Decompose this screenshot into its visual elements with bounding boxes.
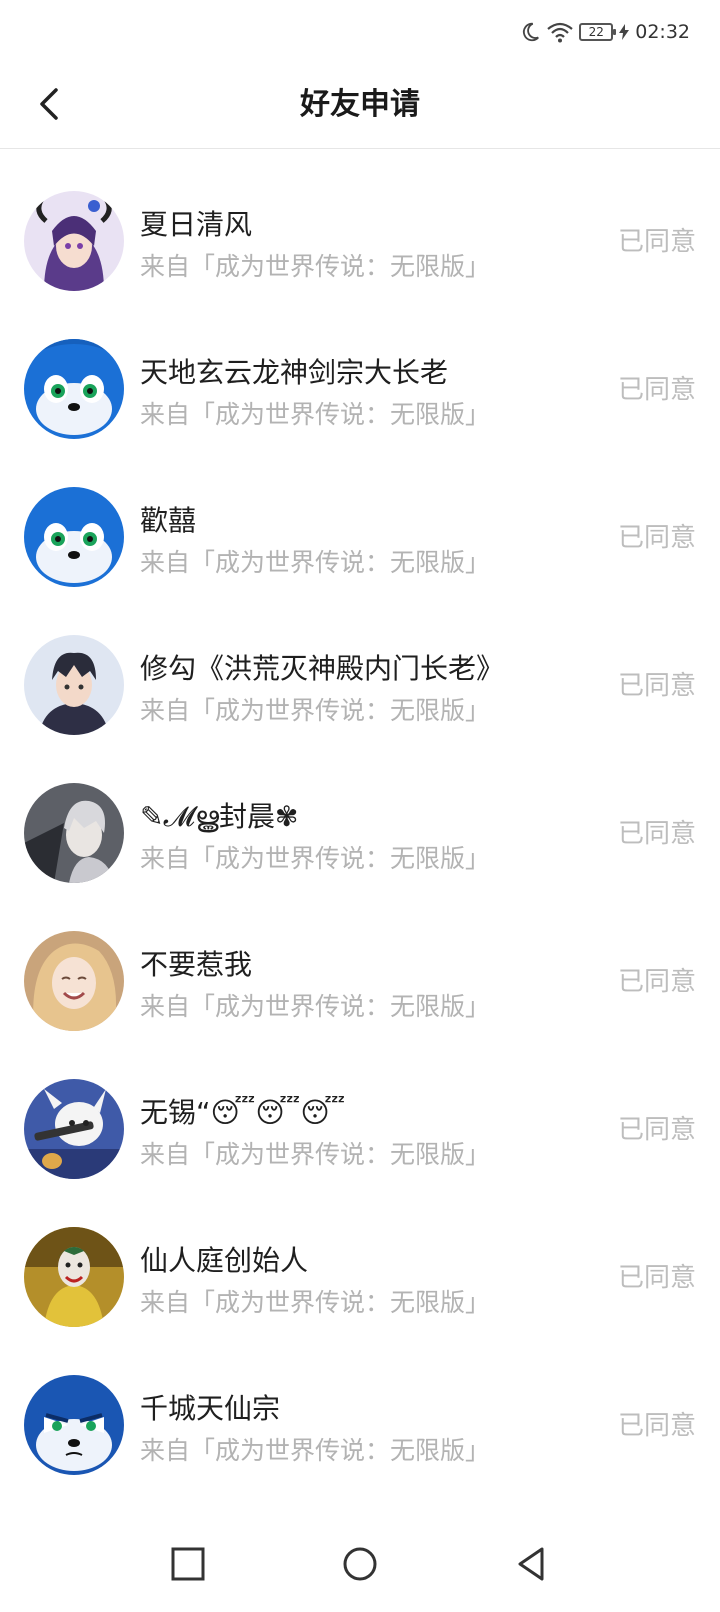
request-source: 来自「成为世界传说：无限版」 bbox=[140, 1140, 491, 1169]
avatar[interactable] bbox=[24, 487, 124, 587]
charging-icon bbox=[619, 24, 630, 40]
list-item[interactable]: 修勾《洪荒灭神殿内门长老》 来自「成为世界传说：无限版」 已同意 bbox=[0, 611, 720, 759]
status-icons: 22 02:32 bbox=[519, 18, 690, 46]
clock: 02:32 bbox=[635, 21, 690, 43]
request-status: 已同意 bbox=[617, 967, 696, 997]
request-name: 无锡“😴😴😴 bbox=[140, 1096, 346, 1129]
triangle-back-icon bbox=[518, 1547, 544, 1581]
avatar[interactable] bbox=[24, 1375, 124, 1475]
home-button[interactable] bbox=[338, 1542, 382, 1586]
square-icon bbox=[171, 1547, 205, 1581]
avatar[interactable] bbox=[24, 931, 124, 1031]
circle-icon bbox=[343, 1547, 377, 1581]
request-name: 仙人庭创始人 bbox=[140, 1244, 309, 1277]
list-item[interactable]: 歡囍 来自「成为世界传说：无限版」 已同意 bbox=[0, 463, 720, 611]
request-source: 来自「成为世界传说：无限版」 bbox=[140, 1288, 491, 1317]
list-item[interactable]: 不要惹我 来自「成为世界传说：无限版」 已同意 bbox=[0, 907, 720, 1055]
avatar[interactable] bbox=[24, 339, 124, 439]
avatar[interactable] bbox=[24, 1227, 124, 1327]
request-status: 已同意 bbox=[617, 1263, 696, 1293]
avatar[interactable] bbox=[24, 635, 124, 735]
battery-icon: 22 bbox=[579, 23, 617, 41]
list-item[interactable]: ✎𝓜ൠ封晨✾ 来自「成为世界传说：无限版」 已同意 bbox=[0, 759, 720, 907]
request-status: 已同意 bbox=[617, 227, 696, 257]
request-name: ✎𝓜ൠ封晨✾ bbox=[140, 800, 299, 833]
request-name: 歡囍 bbox=[140, 504, 197, 537]
list-item[interactable]: 无锡“😴😴😴 来自「成为世界传说：无限版」 已同意 bbox=[0, 1055, 720, 1203]
header: 好友申请 bbox=[0, 62, 720, 149]
request-source: 来自「成为世界传说：无限版」 bbox=[140, 252, 491, 281]
request-name: 不要惹我 bbox=[140, 948, 253, 981]
request-status: 已同意 bbox=[617, 1411, 696, 1441]
avatar[interactable] bbox=[24, 191, 124, 291]
friend-request-list: 夏日清风 来自「成为世界传说：无限版」 已同意 天地玄云龙神剑宗大长老 来自「成… bbox=[0, 167, 720, 1499]
request-status: 已同意 bbox=[617, 375, 696, 405]
page-title: 好友申请 bbox=[300, 87, 420, 122]
request-name: 夏日清风 bbox=[140, 208, 253, 241]
nav-back-button[interactable] bbox=[510, 1542, 554, 1586]
request-source: 来自「成为世界传说：无限版」 bbox=[140, 992, 491, 1021]
moon-icon bbox=[519, 21, 541, 43]
list-item[interactable]: 天地玄云龙神剑宗大长老 来自「成为世界传说：无限版」 已同意 bbox=[0, 315, 720, 463]
recent-apps-button[interactable] bbox=[166, 1542, 210, 1586]
list-item[interactable]: 千城天仙宗 来自「成为世界传说：无限版」 已同意 bbox=[0, 1351, 720, 1499]
request-status: 已同意 bbox=[617, 671, 696, 701]
navigation-bar bbox=[0, 1516, 720, 1612]
request-name: 天地玄云龙神剑宗大长老 bbox=[140, 356, 449, 389]
request-source: 来自「成为世界传说：无限版」 bbox=[140, 400, 491, 429]
status-bar: 22 02:32 bbox=[0, 0, 720, 62]
avatar[interactable] bbox=[24, 783, 124, 883]
wifi-icon bbox=[547, 21, 573, 43]
request-source: 来自「成为世界传说：无限版」 bbox=[140, 1436, 491, 1465]
request-status: 已同意 bbox=[617, 819, 696, 849]
request-source: 来自「成为世界传说：无限版」 bbox=[140, 548, 491, 577]
request-name: 千城天仙宗 bbox=[140, 1392, 281, 1425]
request-status: 已同意 bbox=[617, 1115, 696, 1145]
request-source: 来自「成为世界传说：无限版」 bbox=[140, 696, 491, 725]
list-item[interactable]: 仙人庭创始人 来自「成为世界传说：无限版」 已同意 bbox=[0, 1203, 720, 1351]
request-name: 修勾《洪荒灭神殿内门长老》 bbox=[140, 652, 505, 685]
avatar[interactable] bbox=[24, 1079, 124, 1179]
request-status: 已同意 bbox=[617, 523, 696, 553]
list-item[interactable]: 夏日清风 来自「成为世界传说：无限版」 已同意 bbox=[0, 167, 720, 315]
request-source: 来自「成为世界传说：无限版」 bbox=[140, 844, 491, 873]
